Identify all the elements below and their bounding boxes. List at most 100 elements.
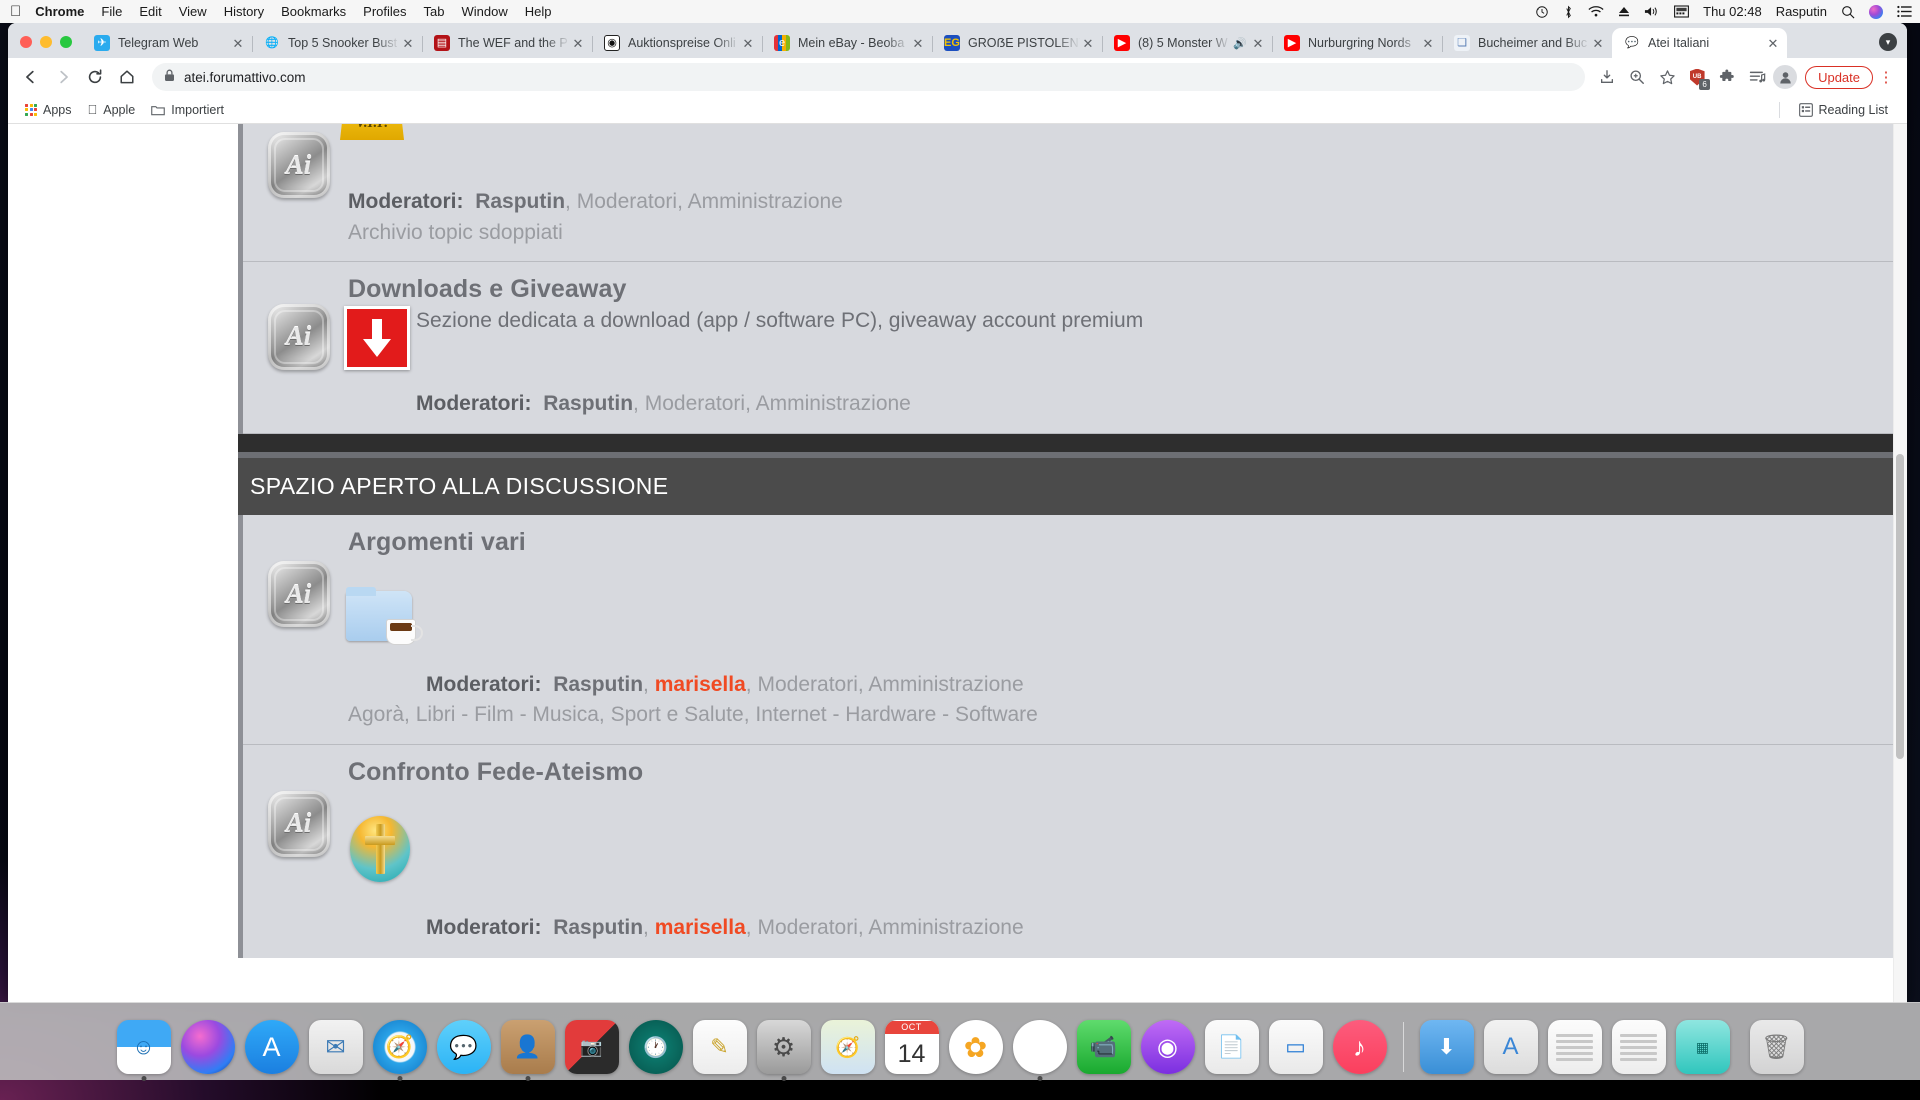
input-source-icon[interactable] [1674,5,1689,18]
forum-sublink[interactable]: Archivio topic sdoppiati [348,221,563,244]
bookmark-apple[interactable]:  Apple [81,100,143,120]
moderator-name[interactable]: Rasputin [543,392,633,415]
dock-item-calendar[interactable]: OCT14 [885,1020,939,1074]
dock-item-music[interactable]: ♪ [1333,1020,1387,1074]
dock-item-mail[interactable]: ✉ [309,1020,363,1074]
bluetooth-icon[interactable] [1563,5,1574,19]
menu-item-bookmarks[interactable]: Bookmarks [281,4,346,19]
moderator-name[interactable]: Moderatori [757,916,857,939]
dock-item-photos[interactable]: ✿ [949,1020,1003,1074]
menu-item-tab[interactable]: Tab [424,4,445,19]
dock-item-pages[interactable]: 📄 [1205,1020,1259,1074]
moderator-name[interactable]: marisella [655,673,746,696]
forum-row-vip-archive[interactable]: Ai V.I.P. Moderatori: Rasputin, Moderato… [243,124,1907,262]
moderator-name[interactable]: Amministrazione [688,190,843,213]
spotlight-search-icon[interactable] [1841,5,1855,19]
dock-item-finder[interactable]: ☺ [117,1020,171,1074]
tab-close-icon[interactable]: ✕ [1765,37,1781,50]
browser-tab[interactable]: eMein eBay - Beoba✕ [762,28,932,58]
dock-item-messages[interactable]: 💬 [437,1020,491,1074]
browser-tab[interactable]: ❏Bucheimer and Buc✕ [1442,28,1612,58]
forum-sublink[interactable]: Agorà [348,703,404,726]
tab-close-icon[interactable]: ✕ [1250,37,1266,50]
dock-item-contacts[interactable]: 👤 [501,1020,555,1074]
zoom-icon[interactable] [1623,63,1651,91]
tab-audio-icon[interactable]: 🔊 [1233,37,1247,50]
dock-item-recent-stack[interactable] [1612,1020,1666,1074]
browser-tab[interactable]: ✈Telegram Web✕ [82,28,252,58]
menu-item-edit[interactable]: Edit [139,4,161,19]
moderator-name[interactable]: Moderatori [645,392,745,415]
forum-title-link[interactable]: Downloads e Giveaway [348,276,1894,304]
browser-tab[interactable]: ◉Auktionspreise Onli✕ [592,28,762,58]
bookmark-importiert[interactable]: Importiert [144,100,231,120]
page-scrollbar[interactable] [1893,124,1907,1003]
browser-tab[interactable]: 💬Atei Italiani✕ [1612,28,1787,58]
dock-item-time-machine[interactable]: 🕐 [629,1020,683,1074]
moderator-name[interactable]: Rasputin [475,190,565,213]
home-button[interactable] [112,62,142,92]
dock-item-facetime[interactable]: 📹 [1077,1020,1131,1074]
minimize-window-button[interactable] [40,36,52,48]
forum-row-argomenti-vari[interactable]: Ai Argomenti vari Moderatori: Rasputin, [243,515,1907,744]
dock-item-app-store[interactable]: A [245,1020,299,1074]
reload-button[interactable] [80,62,110,92]
dock-item-trash[interactable]: 🗑 [1750,1020,1804,1074]
page-scrollbar-thumb[interactable] [1896,454,1904,759]
dock-item-keynote[interactable]: ▭ [1269,1020,1323,1074]
moderator-name[interactable]: Moderatori [577,190,677,213]
menu-item-file[interactable]: File [101,4,122,19]
bookmark-star-icon[interactable] [1653,63,1681,91]
wifi-icon[interactable] [1588,5,1604,18]
eject-icon[interactable] [1618,5,1630,18]
siri-icon[interactable] [1869,5,1883,19]
forum-title-link[interactable]: Confronto Fede-Ateismo [348,759,1894,787]
menu-item-view[interactable]: View [179,4,207,19]
moderator-name[interactable]: Amministrazione [868,673,1023,696]
dock-item-screenshots-stack[interactable]: ▦ [1676,1020,1730,1074]
apple-menu-icon[interactable]:  [10,4,21,19]
tab-close-icon[interactable]: ✕ [910,37,926,50]
tab-close-icon[interactable]: ✕ [1590,37,1606,50]
menu-item-chrome[interactable]: Chrome [35,4,84,19]
forum-sublink[interactable]: Libri - Film - Musica [416,703,599,726]
address-bar[interactable]: atei.forumattivo.com [152,63,1585,91]
extensions-puzzle-icon[interactable] [1713,63,1741,91]
tab-close-icon[interactable]: ✕ [1420,37,1436,50]
browser-tab[interactable]: 🌐Top 5 Snooker Bust✕ [252,28,422,58]
close-window-button[interactable] [20,36,32,48]
bookmark-apps[interactable]: Apps [18,100,79,120]
menu-bar-username[interactable]: Rasputin [1776,4,1827,19]
time-machine-icon[interactable] [1535,5,1549,19]
moderator-name[interactable]: Amministrazione [868,916,1023,939]
moderator-name[interactable]: marisella [655,916,746,939]
tab-close-icon[interactable]: ✕ [740,37,756,50]
control-center-icon[interactable] [1897,5,1912,18]
dock-item-documents-stack[interactable] [1548,1020,1602,1074]
maximize-window-button[interactable] [60,36,72,48]
menu-item-help[interactable]: Help [525,4,552,19]
moderator-name[interactable]: Amministrazione [756,392,911,415]
dock-item-system-preferences[interactable]: ⚙ [757,1020,811,1074]
menu-bar-clock[interactable]: Thu 02:48 [1703,4,1762,19]
browser-tab[interactable]: ▶Nurburgring Nords✕ [1272,28,1442,58]
forum-row-downloads-giveaway[interactable]: Ai Downloads e Giveaway Sezione dedicata… [243,262,1907,434]
menu-item-window[interactable]: Window [462,4,508,19]
forum-sublink[interactable]: Internet - Hardware - Software [755,703,1037,726]
dock-item-applications-stack[interactable]: A [1484,1020,1538,1074]
moderator-name[interactable]: Moderatori [757,673,857,696]
tab-search-button[interactable]: ▾ [1879,33,1897,51]
dock-item-siri[interactable] [181,1020,235,1074]
reading-list-media-icon[interactable] [1743,63,1771,91]
menu-item-history[interactable]: History [224,4,264,19]
browser-tab[interactable]: EGGROẞE PISTOLENT✕ [932,28,1102,58]
profile-avatar[interactable] [1773,65,1797,89]
adblocker-icon[interactable]: UB 6 [1683,63,1711,91]
browser-tab[interactable]: ▤The WEF and the P✕ [422,28,592,58]
moderator-name[interactable]: Rasputin [553,673,643,696]
dock-item-photo-booth[interactable]: 📷 [565,1020,619,1074]
forum-row-confronto-fede-ateismo[interactable]: Ai Confronto Fede-Ateismo Moderatori: Ra… [243,745,1907,958]
moderator-name[interactable]: Rasputin [553,916,643,939]
download-icon[interactable] [1593,63,1621,91]
forward-button[interactable] [48,62,78,92]
